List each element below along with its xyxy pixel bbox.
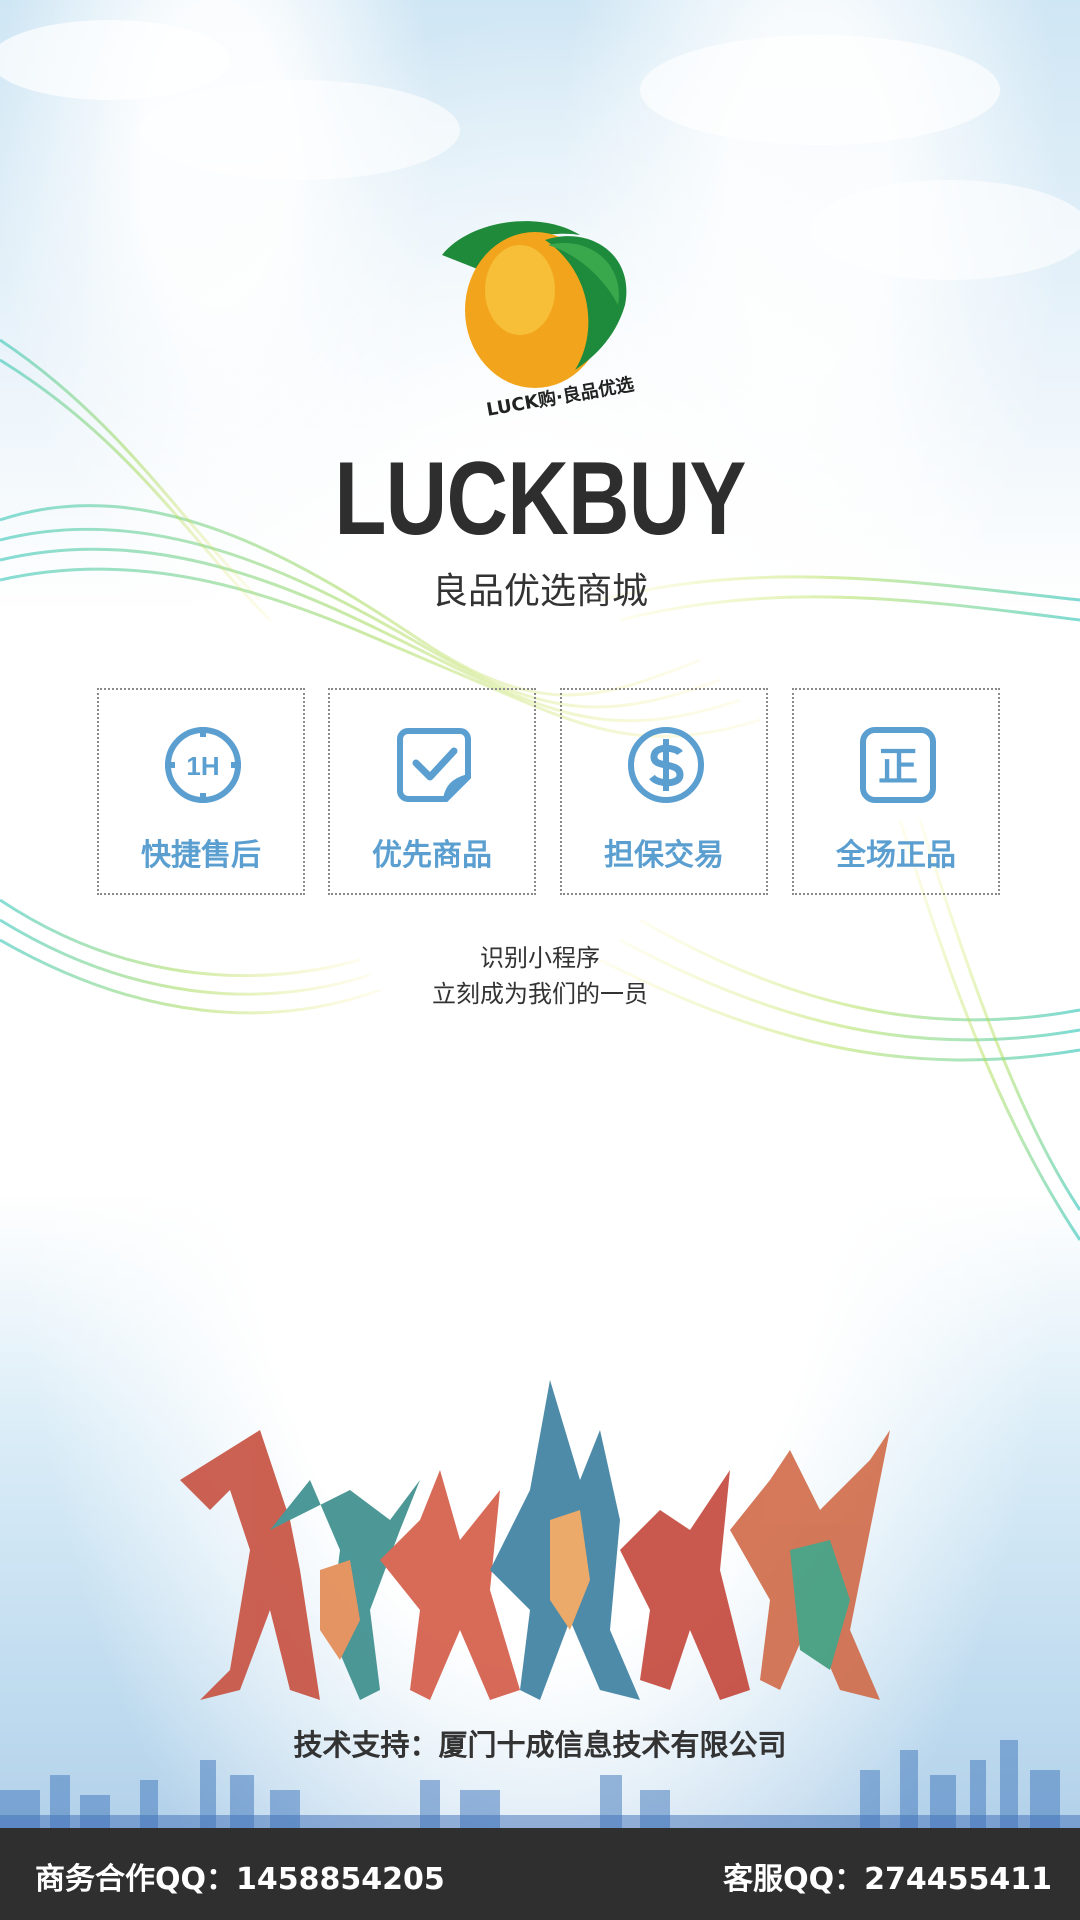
svg-text:1H: 1H (186, 751, 219, 781)
feature-card-after-sales[interactable]: 1H 快捷售后 (97, 688, 305, 895)
checkbox-doc-icon (397, 728, 471, 802)
service-contact: 客服QQ：274455411 (723, 1862, 1052, 1897)
feature-label: 全场正品 (836, 838, 956, 873)
feature-card-genuine[interactable]: 正 全场正品 (792, 688, 1000, 895)
genuine-badge-icon: 正 (860, 727, 936, 803)
invite-line-1: 识别小程序 (480, 944, 600, 972)
invite-line-2: 立刻成为我们的一员 (432, 980, 648, 1008)
feature-card-priority-goods[interactable]: 优先商品 (328, 688, 536, 895)
dollar-coin-icon (628, 727, 704, 803)
brand-subtitle: 良品优选商城 (431, 571, 648, 612)
1h-clock-icon: 1H (165, 727, 241, 803)
jumping-crowd-illustration (180, 1380, 890, 1700)
feature-label: 担保交易 (604, 838, 724, 873)
feature-label: 优先商品 (372, 838, 492, 873)
feature-card-guaranteed-trade[interactable]: 担保交易 (560, 688, 768, 895)
svg-text:正: 正 (878, 744, 918, 790)
feature-label: 快捷售后 (141, 838, 261, 873)
footer-bar: 商务合作QQ：1458854205 客服QQ：274455411 (0, 1828, 1080, 1920)
brand-name: LUCKBUY (334, 441, 746, 557)
tech-support-text: 技术支持：厦门十成信息技术有限公司 (293, 1728, 787, 1762)
business-contact: 商务合作QQ：1458854205 (35, 1862, 445, 1897)
